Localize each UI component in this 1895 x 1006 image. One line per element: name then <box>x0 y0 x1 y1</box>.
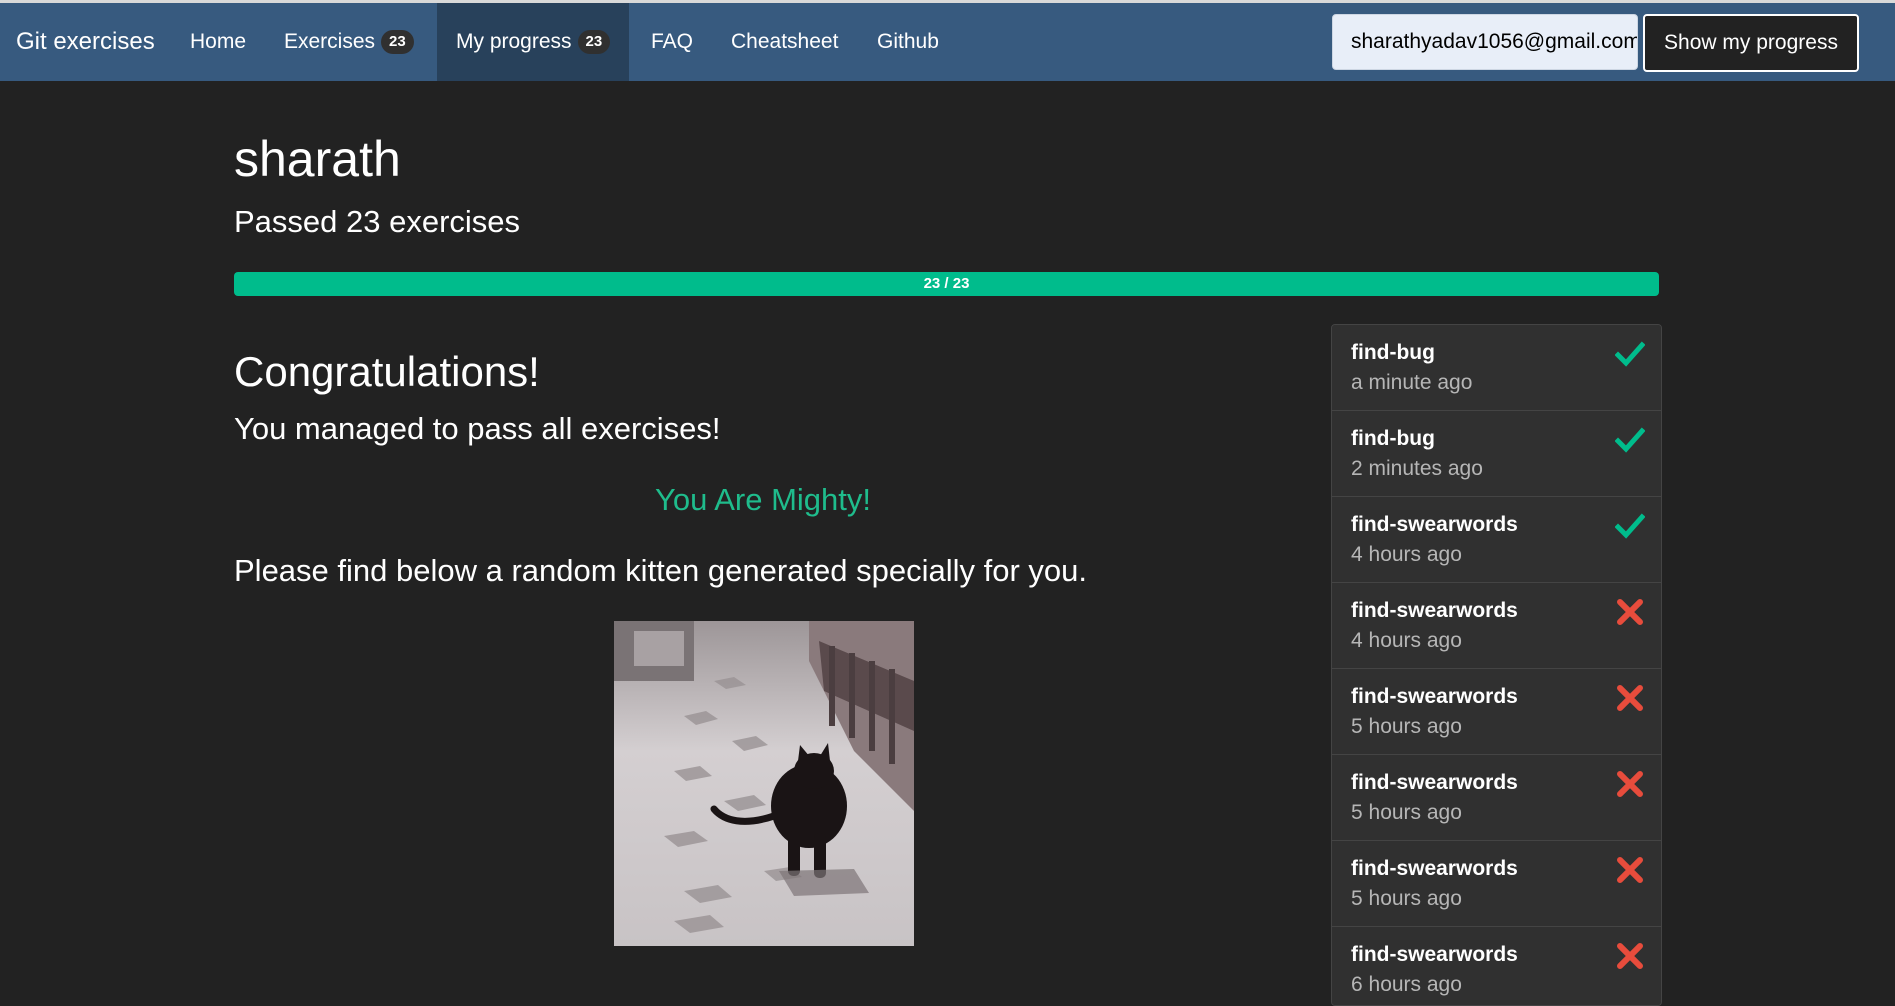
history-time: a minute ago <box>1351 371 1473 394</box>
history-time: 2 minutes ago <box>1351 457 1483 480</box>
nav-faq[interactable]: FAQ <box>651 3 693 81</box>
x-mark-icon <box>1615 769 1645 799</box>
x-mark-icon <box>1615 683 1645 713</box>
managed-text: You managed to pass all exercises! <box>234 411 721 446</box>
progress-count-badge: 23 <box>577 30 611 55</box>
history-item[interactable]: find-bug a minute ago <box>1332 325 1661 411</box>
check-icon <box>1614 511 1646 541</box>
history-item[interactable]: find-bug 2 minutes ago <box>1332 411 1661 497</box>
history-time: 4 hours ago <box>1351 543 1462 566</box>
history-item[interactable]: find-swearwords 5 hours ago <box>1332 669 1661 755</box>
x-mark-icon <box>1615 597 1645 627</box>
nav-home[interactable]: Home <box>190 3 246 81</box>
nav-cheatsheet[interactable]: Cheatsheet <box>731 3 838 81</box>
nav-exercises[interactable]: Exercises 23 <box>284 3 414 81</box>
history-time: 5 hours ago <box>1351 887 1462 910</box>
history-list: find-bug a minute ago find-bug 2 minutes ag… <box>1331 324 1662 1006</box>
history-exercise-name: find-swearwords <box>1351 599 1518 622</box>
history-item[interactable]: find-swearwords 5 hours ago <box>1332 755 1661 841</box>
history-time: 5 hours ago <box>1351 801 1462 824</box>
kitten-image <box>614 621 914 946</box>
progress-bar: 23 / 23 <box>234 272 1659 296</box>
history-item[interactable]: find-swearwords 4 hours ago <box>1332 497 1661 583</box>
nav-github[interactable]: Github <box>877 3 939 81</box>
nav-my-progress-label: My progress <box>456 30 572 53</box>
history-exercise-name: find-swearwords <box>1351 513 1518 536</box>
nav-my-progress[interactable]: My progress 23 <box>437 3 630 81</box>
history-time: 6 hours ago <box>1351 973 1462 996</box>
history-item[interactable]: find-swearwords 4 hours ago <box>1332 583 1661 669</box>
passed-count-text: Passed 23 exercises <box>234 204 521 239</box>
history-exercise-name: find-swearwords <box>1351 685 1518 708</box>
history-time: 5 hours ago <box>1351 715 1462 738</box>
username-heading: sharath <box>234 131 401 187</box>
navbar: Git exercises Home Exercises 23 My progre… <box>0 3 1895 81</box>
history-exercise-name: find-swearwords <box>1351 771 1518 794</box>
kitten-text: Please find below a random kitten genera… <box>234 553 1087 588</box>
history-item[interactable]: find-swearwords 5 hours ago <box>1332 841 1661 927</box>
check-icon <box>1614 339 1646 369</box>
x-mark-icon <box>1615 941 1645 971</box>
history-time: 4 hours ago <box>1351 629 1462 652</box>
exercises-count-badge: 23 <box>381 30 414 55</box>
history-exercise-name: find-swearwords <box>1351 943 1518 966</box>
email-field[interactable]: sharathyadav1056@gmail.com <box>1332 14 1638 70</box>
brand-link[interactable]: Git exercises <box>16 3 155 81</box>
history-exercise-name: find-bug <box>1351 427 1435 450</box>
history-item[interactable]: find-swearwords 6 hours ago <box>1332 927 1661 1005</box>
history-exercise-name: find-swearwords <box>1351 857 1518 880</box>
nav-exercises-label: Exercises <box>284 30 376 53</box>
mighty-text: You Are Mighty! <box>655 482 871 517</box>
check-icon <box>1614 425 1646 455</box>
congrats-heading: Congratulations! <box>234 348 540 395</box>
progress-bar-label: 23 / 23 <box>923 275 970 292</box>
show-progress-button[interactable]: Show my progress <box>1643 14 1859 72</box>
history-exercise-name: find-bug <box>1351 341 1435 364</box>
x-mark-icon <box>1615 855 1645 885</box>
